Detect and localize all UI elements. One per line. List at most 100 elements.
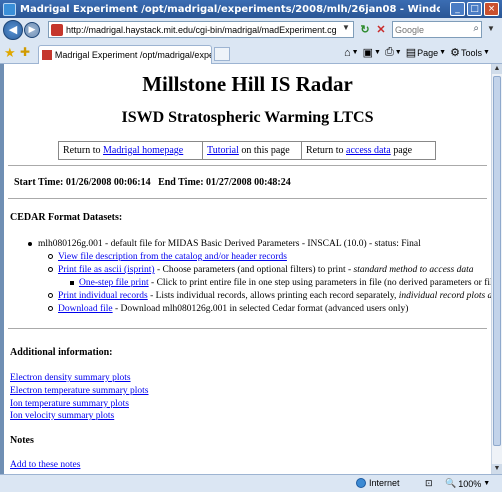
notes-heading: Notes [10, 435, 34, 446]
access-data-link[interactable]: access data [346, 145, 391, 156]
bullet-icon [48, 306, 53, 312]
search-input[interactable] [395, 23, 495, 36]
url-text[interactable]: http://madrigal.haystack.mit.edu/cgi-bin… [66, 25, 336, 35]
list-item: Electron density summary plots [10, 373, 131, 383]
address-toolbar: ◀ ▶ http://madrigal.haystack.mit.edu/cgi… [0, 18, 502, 42]
tools-menu-label: Tools [460, 47, 482, 58]
bullet-icon [48, 254, 53, 260]
access-suffix-text: page [390, 145, 413, 156]
page-icon: ▤ [405, 47, 417, 59]
divider [8, 328, 487, 329]
stop-icon[interactable]: ✕ [374, 23, 388, 37]
page-subtitle: ISWD Stratospheric Warming LTCS [121, 109, 374, 126]
divider [8, 198, 487, 199]
additional-heading: Additional information: [10, 347, 113, 358]
maximize-button[interactable]: □ [467, 2, 482, 16]
printer-icon: ⎙ [384, 46, 394, 58]
status-bar: Internet ⊡ 🔍 100% ▼ [0, 474, 502, 492]
bullet-icon [48, 267, 53, 273]
list-item: Print individual records - Lists individ… [48, 291, 491, 301]
tutorial-link[interactable]: Tutorial [207, 145, 239, 156]
list-item: One-step file print - Click to print ent… [70, 278, 491, 288]
search-dropdown-icon[interactable]: ▼ [487, 24, 495, 33]
divider [8, 165, 487, 166]
one-step-print-link[interactable]: One-step file print [79, 278, 149, 288]
protected-mode-icon[interactable]: ⊡ [425, 478, 437, 490]
list-item: Add to these notes [10, 460, 80, 470]
print-records-note: individual record plots available [398, 291, 491, 301]
zone-label: Internet [369, 478, 400, 488]
zoom-level: 100% [458, 478, 482, 489]
print-button[interactable]: ⎙ ▼ [385, 46, 402, 59]
zoom-icon: 🔍 [445, 478, 457, 488]
scroll-down-icon[interactable]: ▼ [492, 464, 502, 474]
list-item: Ion velocity summary plots [10, 411, 114, 421]
search-field[interactable]: ⌕ [392, 21, 495, 38]
minimize-button[interactable]: _ [450, 2, 465, 16]
bullet-icon [48, 293, 53, 299]
vertical-scrollbar[interactable]: ▲ ▼ [491, 64, 502, 474]
tools-menu[interactable]: ⚙ Tools ▼ [450, 46, 490, 59]
list-item: Print file as ascii (isprint) - Choose p… [48, 265, 473, 275]
window-title: Madrigal Experiment /opt/madrigal/experi… [20, 3, 440, 15]
nav-cell-access: Return to access data page [302, 142, 416, 159]
feeds-button[interactable]: ▣ ▼ [363, 46, 381, 59]
tab-bar: ★ ✚ Madrigal Experiment /opt/madrigal/ex… [0, 42, 502, 64]
print-records-link[interactable]: Print individual records [58, 291, 148, 301]
page-favicon-icon [51, 23, 63, 36]
address-dropdown-icon[interactable]: ▼ [340, 23, 352, 36]
nav-access-prefix: Return to [306, 145, 346, 156]
refresh-icon[interactable]: ↻ [358, 23, 372, 37]
favorites-star-icon[interactable]: ★ [4, 45, 16, 61]
ion-temperature-link[interactable]: Ion temperature summary plots [10, 399, 129, 409]
nav-cell-home: Return to Madrigal homepage [59, 142, 203, 159]
electron-temperature-link[interactable]: Electron temperature summary plots [10, 386, 149, 396]
download-desc: - Download mlh080126g.001 in selected Ce… [112, 304, 409, 314]
home-button[interactable]: ⌂ ▼ [344, 47, 359, 59]
scroll-thumb[interactable] [493, 76, 501, 446]
print-ascii-link[interactable]: Print file as ascii (isprint) [58, 265, 155, 275]
page-title: Millstone Hill IS Radar [142, 72, 353, 96]
tab-label: Madrigal Experiment /opt/madrigal/experi… [54, 50, 211, 60]
cedar-heading: CEDAR Format Datasets: [10, 212, 123, 223]
one-step-desc: - Click to print entire file in one step… [148, 278, 491, 288]
print-ascii-note: standard method to access data [353, 265, 474, 275]
add-favorites-icon[interactable]: ✚ [20, 45, 30, 59]
feeds-icon: ▣ [362, 47, 373, 59]
globe-icon [356, 478, 366, 488]
tutorial-suffix-text: on this page [238, 145, 290, 156]
new-tab-button[interactable] [214, 47, 230, 61]
download-file-link[interactable]: Download file [58, 304, 113, 314]
page-menu[interactable]: ▤ Page ▼ [406, 46, 446, 59]
page-menu-label: Page [417, 47, 439, 58]
nav-return-text: Return to [63, 145, 103, 156]
list-item: Ion temperature summary plots [10, 399, 129, 409]
scroll-up-icon[interactable]: ▲ [492, 64, 502, 74]
zoom-control[interactable]: 🔍 100% ▼ [445, 478, 490, 489]
home-icon: ⌂ [344, 46, 351, 59]
view-description-link[interactable]: View file description from the catalog a… [58, 252, 287, 262]
time-range: Start Time: 01/26/2008 00:06:14 End Time… [14, 177, 291, 188]
list-item: Electron temperature summary plots [10, 386, 149, 396]
dataset-description: mlh080126g.001 - default file for MIDAS … [38, 239, 421, 249]
dataset-item: mlh080126g.001 - default file for MIDAS … [28, 239, 421, 249]
tab-favicon-icon [42, 50, 52, 60]
tab-madrigal[interactable]: Madrigal Experiment /opt/madrigal/experi… [38, 45, 212, 64]
search-icon[interactable]: ⌕ [473, 23, 479, 34]
address-field[interactable]: http://madrigal.haystack.mit.edu/cgi-bin… [48, 21, 354, 38]
ion-velocity-link[interactable]: Ion velocity summary plots [10, 411, 114, 421]
print-records-desc: - Lists individual records, allows print… [147, 291, 399, 301]
list-item: Download file - Download mlh080126g.001 … [48, 304, 408, 314]
window-titlebar: Madrigal Experiment /opt/madrigal/experi… [0, 0, 502, 18]
close-button[interactable]: × [484, 2, 499, 16]
electron-density-link[interactable]: Electron density summary plots [10, 373, 131, 383]
back-button[interactable]: ◀ [3, 20, 23, 40]
security-zone[interactable]: Internet [356, 478, 400, 488]
forward-button[interactable]: ▶ [24, 22, 40, 38]
madrigal-homepage-link[interactable]: Madrigal homepage [103, 145, 183, 156]
print-ascii-desc: - Choose parameters (and optional filter… [154, 265, 354, 275]
page-content: Millstone Hill IS Radar ISWD Stratospher… [4, 64, 491, 474]
nav-cell-tutorial: Tutorial on this page [203, 142, 302, 159]
add-notes-link[interactable]: Add to these notes [10, 460, 80, 470]
bullet-icon [28, 241, 32, 246]
